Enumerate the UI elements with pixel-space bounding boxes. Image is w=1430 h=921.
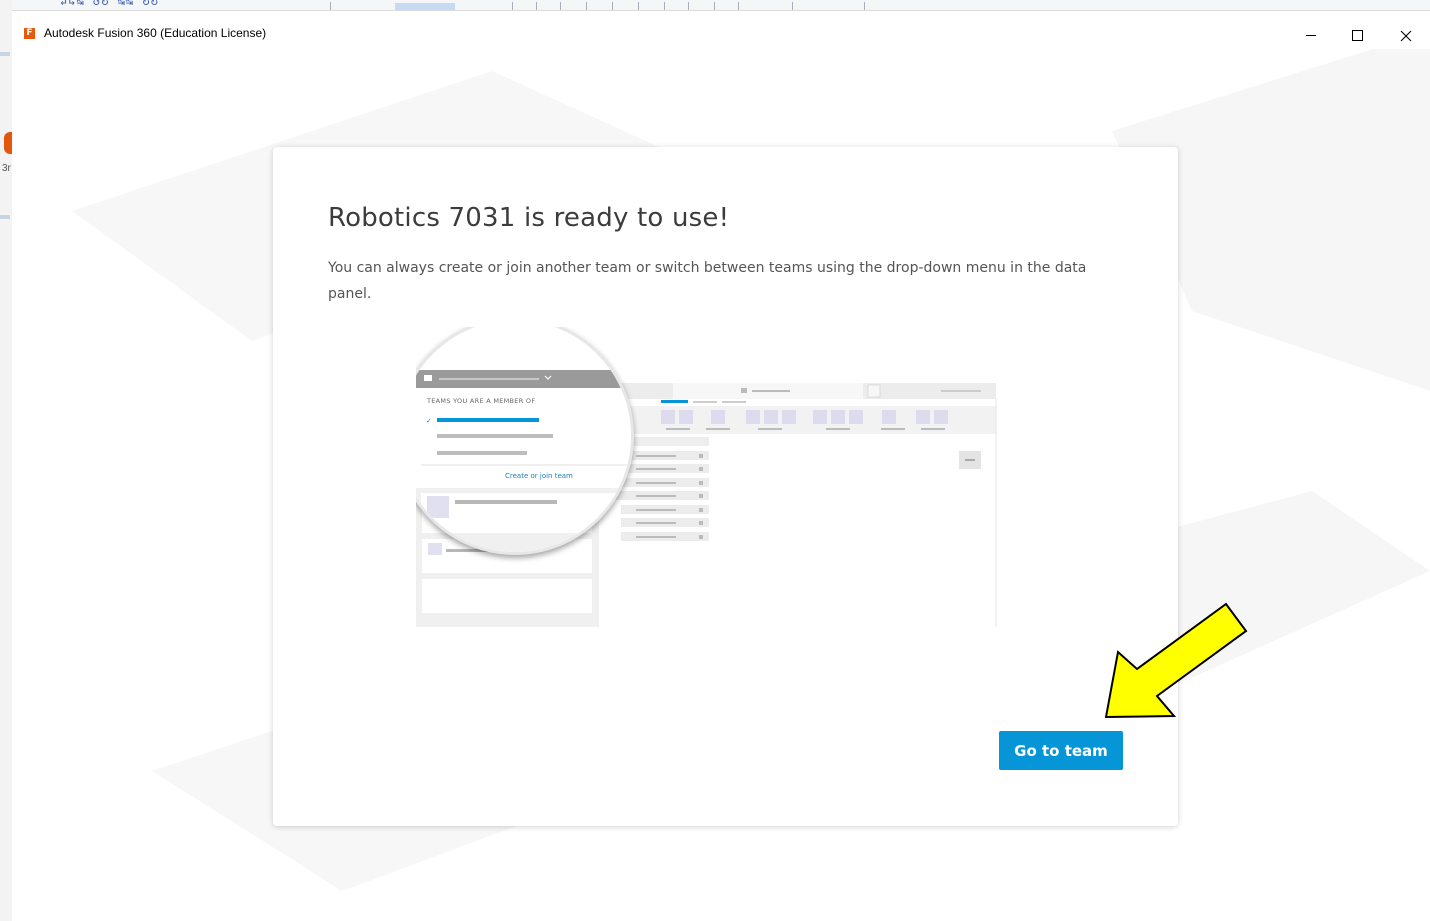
background-divider — [738, 2, 739, 10]
dialog-heading: Robotics 7031 is ready to use! — [328, 203, 730, 233]
title-bar: F Autodesk Fusion 360 (Education License… — [12, 11, 1430, 49]
background-app-icon — [4, 132, 12, 154]
background-divider — [612, 2, 613, 10]
background-divider — [536, 2, 537, 10]
background-toolbar-glyphs: ↲↳↹ ↺↻ ↹↹ ↻↻ — [60, 0, 159, 8]
background-divider — [664, 2, 665, 10]
magnifier-lens: ✓ TEAMS YOU ARE A MEMBER OF Create or jo… — [416, 327, 634, 555]
svg-text:✓: ✓ — [426, 417, 432, 425]
fusion-app-icon: F — [24, 28, 35, 39]
background-divider — [638, 2, 639, 10]
background-tick — [0, 52, 10, 56]
window-title: Autodesk Fusion 360 (Education License) — [44, 26, 267, 40]
dialog-description: You can always create or join another te… — [328, 260, 1087, 302]
teams-menu-header: TEAMS YOU ARE A MEMBER OF — [427, 397, 536, 405]
annotation-arrow — [1104, 602, 1248, 719]
minimize-button[interactable] — [1290, 21, 1336, 49]
maximize-button[interactable] — [1336, 21, 1382, 49]
background-divider — [586, 2, 587, 10]
background-divider — [792, 2, 793, 10]
team-ready-dialog: Robotics 7031 is ready to use! You can a… — [273, 147, 1178, 826]
background-tick — [0, 215, 10, 219]
close-button[interactable] — [1384, 21, 1430, 49]
data-panel-illustration: ✓ TEAMS YOU ARE A MEMBER OF Create or jo… — [416, 327, 1006, 627]
background-divider — [688, 2, 689, 10]
background-partial-label: 3r — [2, 163, 11, 174]
background-divider — [560, 2, 561, 10]
background-divider — [714, 2, 715, 10]
background-toolbar-strip: ↲↳↹ ↺↻ ↹↹ ↻↻ — [12, 0, 1430, 11]
go-to-team-button[interactable]: Go to team — [999, 731, 1123, 770]
background-divider — [330, 2, 331, 10]
create-or-join-team-link: Create or join team — [505, 472, 573, 480]
team-dropdown-mockup: ✓ — [416, 375, 631, 552]
minimize-icon — [1306, 35, 1316, 36]
background-toolbar-highlight — [395, 3, 455, 10]
background-divider — [512, 2, 513, 10]
background-divider — [864, 2, 865, 10]
maximize-icon — [1352, 30, 1363, 41]
close-icon — [1400, 30, 1412, 42]
